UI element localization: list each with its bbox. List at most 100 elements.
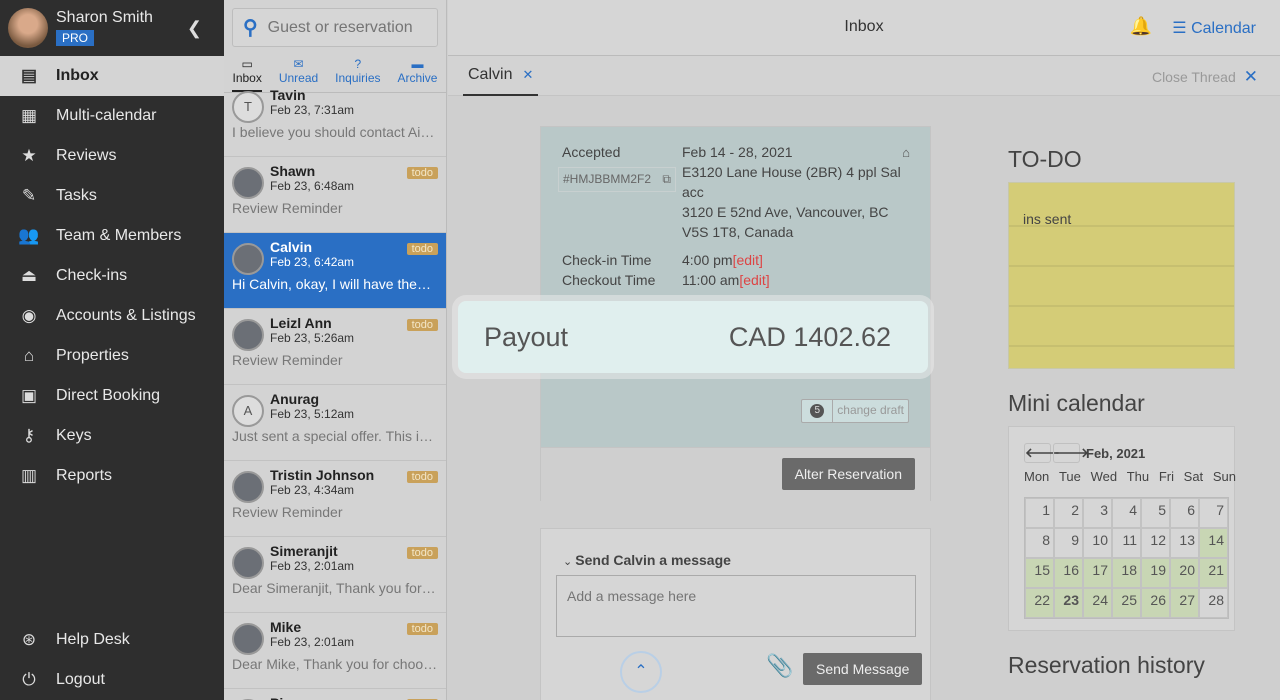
tab-calvin[interactable]: Calvin ✕ <box>463 56 539 96</box>
calendar-button[interactable]: ☰ Calendar <box>1172 18 1256 38</box>
message-toggle[interactable]: ⌄ Send Calvin a message <box>563 552 731 568</box>
sidebar-item-reviews[interactable]: ★ Reviews <box>0 136 224 176</box>
close-thread-button[interactable]: Close Thread ✕ <box>1152 67 1258 87</box>
close-tab-icon[interactable]: ✕ <box>522 67 533 82</box>
sidebar-item-accounts-listings[interactable]: ◉ Accounts & Listings <box>0 296 224 336</box>
payout-highlight: Payout CAD 1402.62 <box>458 301 928 373</box>
edit-checkin-link[interactable]: [edit] <box>733 252 763 268</box>
user-name: Sharon Smith <box>56 9 153 26</box>
sidebar-item-logout[interactable]: ⏻ Logout <box>0 660 224 700</box>
calendar-day[interactable]: 18 <box>1112 558 1141 588</box>
calendar-day[interactable]: 13 <box>1170 528 1199 558</box>
message-date: Feb 23, 2:01am <box>270 635 355 649</box>
calendar-day[interactable]: 2 <box>1054 498 1083 528</box>
search-box[interactable]: ⚲ <box>232 8 438 47</box>
calendar-day[interactable]: 8 <box>1025 528 1054 558</box>
sidebar-item-reports[interactable]: ▥ Reports <box>0 456 224 496</box>
calendar-day[interactable]: 28 <box>1199 588 1228 618</box>
avatar <box>232 319 264 351</box>
calendar-day[interactable]: 3 <box>1083 498 1112 528</box>
search-input[interactable] <box>267 18 428 37</box>
tab-label: Calvin <box>468 66 513 83</box>
sidebar-item-multi-calendar[interactable]: ▦ Multi-calendar <box>0 96 224 136</box>
chevron-down-icon: ⌄ <box>563 556 576 568</box>
message-preview: Review Reminder <box>232 504 343 520</box>
calendar-day[interactable]: 26 <box>1141 588 1170 618</box>
todo-badge: todo <box>406 319 438 331</box>
sidebar-item-check-ins[interactable]: ⏏ Check-ins <box>0 256 224 296</box>
sidebar-item-label: Direct Booking <box>56 387 161 404</box>
calendar-day[interactable]: 12 <box>1141 528 1170 558</box>
paperclip-icon[interactable]: 📎 <box>766 653 793 679</box>
calendar-day[interactable]: 4 <box>1112 498 1141 528</box>
calendar-day[interactable]: 5 <box>1141 498 1170 528</box>
calendar-day[interactable]: 23 <box>1054 588 1083 618</box>
sidebar-item-keys[interactable]: ⚷ Keys <box>0 416 224 456</box>
external-link-icon[interactable]: ⧉ <box>662 172 671 187</box>
conversation-item[interactable]: Simeranjit Feb 23, 2:01am Dear Simeranjit,… <box>224 537 446 613</box>
calendar-day[interactable]: 9 <box>1054 528 1083 558</box>
conversation-item[interactable]: Pierstodo <box>224 689 446 700</box>
calendar-day[interactable]: 1 <box>1025 498 1054 528</box>
calendar-day[interactable]: 22 <box>1025 588 1054 618</box>
conversation-item[interactable]: A Anurag Feb 23, 5:12am Just sent a special… <box>224 385 446 461</box>
sidebar-item-team-members[interactable]: 👥 Team & Members <box>0 216 224 256</box>
conversation-item[interactable]: Shawn Feb 23, 6:48am Review Reminder todo <box>224 157 446 233</box>
calendar-day[interactable]: 27 <box>1170 588 1199 618</box>
card-footer: Alter Reservation <box>541 447 930 501</box>
calendar-day[interactable]: 20 <box>1170 558 1199 588</box>
sidebar-item-properties[interactable]: ⌂ Properties <box>0 336 224 376</box>
conversation-item[interactable]: Mike Feb 23, 2:01am Dear Mike, Thank you f… <box>224 613 446 689</box>
change-draft-button[interactable]: 5 change draft <box>801 399 909 423</box>
next-month-button[interactable]: 🡒 <box>1053 443 1089 463</box>
edit-checkout-link[interactable]: [edit] <box>739 272 769 288</box>
sidebar-item-label: Accounts & Listings <box>56 307 196 324</box>
calendar-day[interactable]: 24 <box>1083 588 1112 618</box>
calendar-day[interactable]: 21 <box>1199 558 1228 588</box>
message-title: Send Calvin a message <box>575 552 731 568</box>
calendar-day[interactable]: 7 <box>1199 498 1228 528</box>
avatar <box>232 547 264 579</box>
message-date: Feb 23, 7:31am <box>270 103 355 117</box>
home-icon: ⌂ <box>902 145 910 160</box>
conversation-item[interactable]: Leizl Ann Feb 23, 5:26am Review Reminder to… <box>224 309 446 385</box>
calendar-day[interactable]: 19 <box>1141 558 1170 588</box>
inbox-icon: ▤ <box>20 66 38 85</box>
sidebar-item-help-desk[interactable]: ⊛ Help Desk <box>0 620 224 660</box>
message-input[interactable] <box>556 575 916 637</box>
calendar-day[interactable]: 17 <box>1083 558 1112 588</box>
conversation-item[interactable]: T Tavin Feb 23, 7:31am I believe you should… <box>224 81 446 157</box>
bell-icon[interactable]: 🔔 <box>1130 16 1152 37</box>
team-icon: 👥 <box>18 226 40 245</box>
sidebar-item-inbox[interactable]: ▤ Inbox <box>0 56 224 96</box>
calendar-day[interactable]: 15 <box>1025 558 1054 588</box>
unread-icon: ✉ <box>293 57 304 71</box>
key-icon: ⚷ <box>22 426 36 445</box>
conversation-item[interactable]: Tristin Johnson Feb 23, 4:34am Review Remi… <box>224 461 446 537</box>
calendar-day[interactable]: 10 <box>1083 528 1112 558</box>
sidebar-item-direct-booking[interactable]: ▣ Direct Booking <box>0 376 224 416</box>
code-icon: ▣ <box>20 386 38 405</box>
todo-badge: todo <box>406 623 438 635</box>
calendar-day[interactable]: 25 <box>1112 588 1141 618</box>
collapse-sidebar-icon[interactable]: ❮ <box>187 18 202 39</box>
calendar-label: Calendar <box>1191 20 1256 37</box>
alter-reservation-button[interactable]: Alter Reservation <box>781 458 915 490</box>
calendar-day[interactable]: 6 <box>1170 498 1199 528</box>
calendar-day[interactable]: 14 <box>1199 528 1228 558</box>
calendar-icon: ▦ <box>20 106 38 125</box>
calendar-day[interactable]: 11 <box>1112 528 1141 558</box>
confirmation-code[interactable]: #HMJBBMM2F2 ⧉ <box>558 167 676 192</box>
scroll-up-button[interactable]: ⌃ <box>620 651 662 693</box>
draft-count: 5 <box>810 404 825 418</box>
todo-note[interactable]: ins sent <box>1008 182 1235 369</box>
calendar-day[interactable]: 16 <box>1054 558 1083 588</box>
checkout-time: 11:00 am <box>682 272 740 288</box>
reports-icon: ▥ <box>20 466 38 485</box>
prev-month-button[interactable]: 🡐 <box>1024 443 1060 463</box>
send-message-button[interactable]: Send Message <box>803 653 923 685</box>
conversation-item[interactable]: Calvin Feb 23, 6:42am Hi Calvin, okay, I w… <box>224 233 446 309</box>
sidebar-item-tasks[interactable]: ✎ Tasks <box>0 176 224 216</box>
message-preview: Review Reminder <box>232 200 343 216</box>
user-profile[interactable]: Sharon Smith PRO ❮ <box>0 0 224 56</box>
